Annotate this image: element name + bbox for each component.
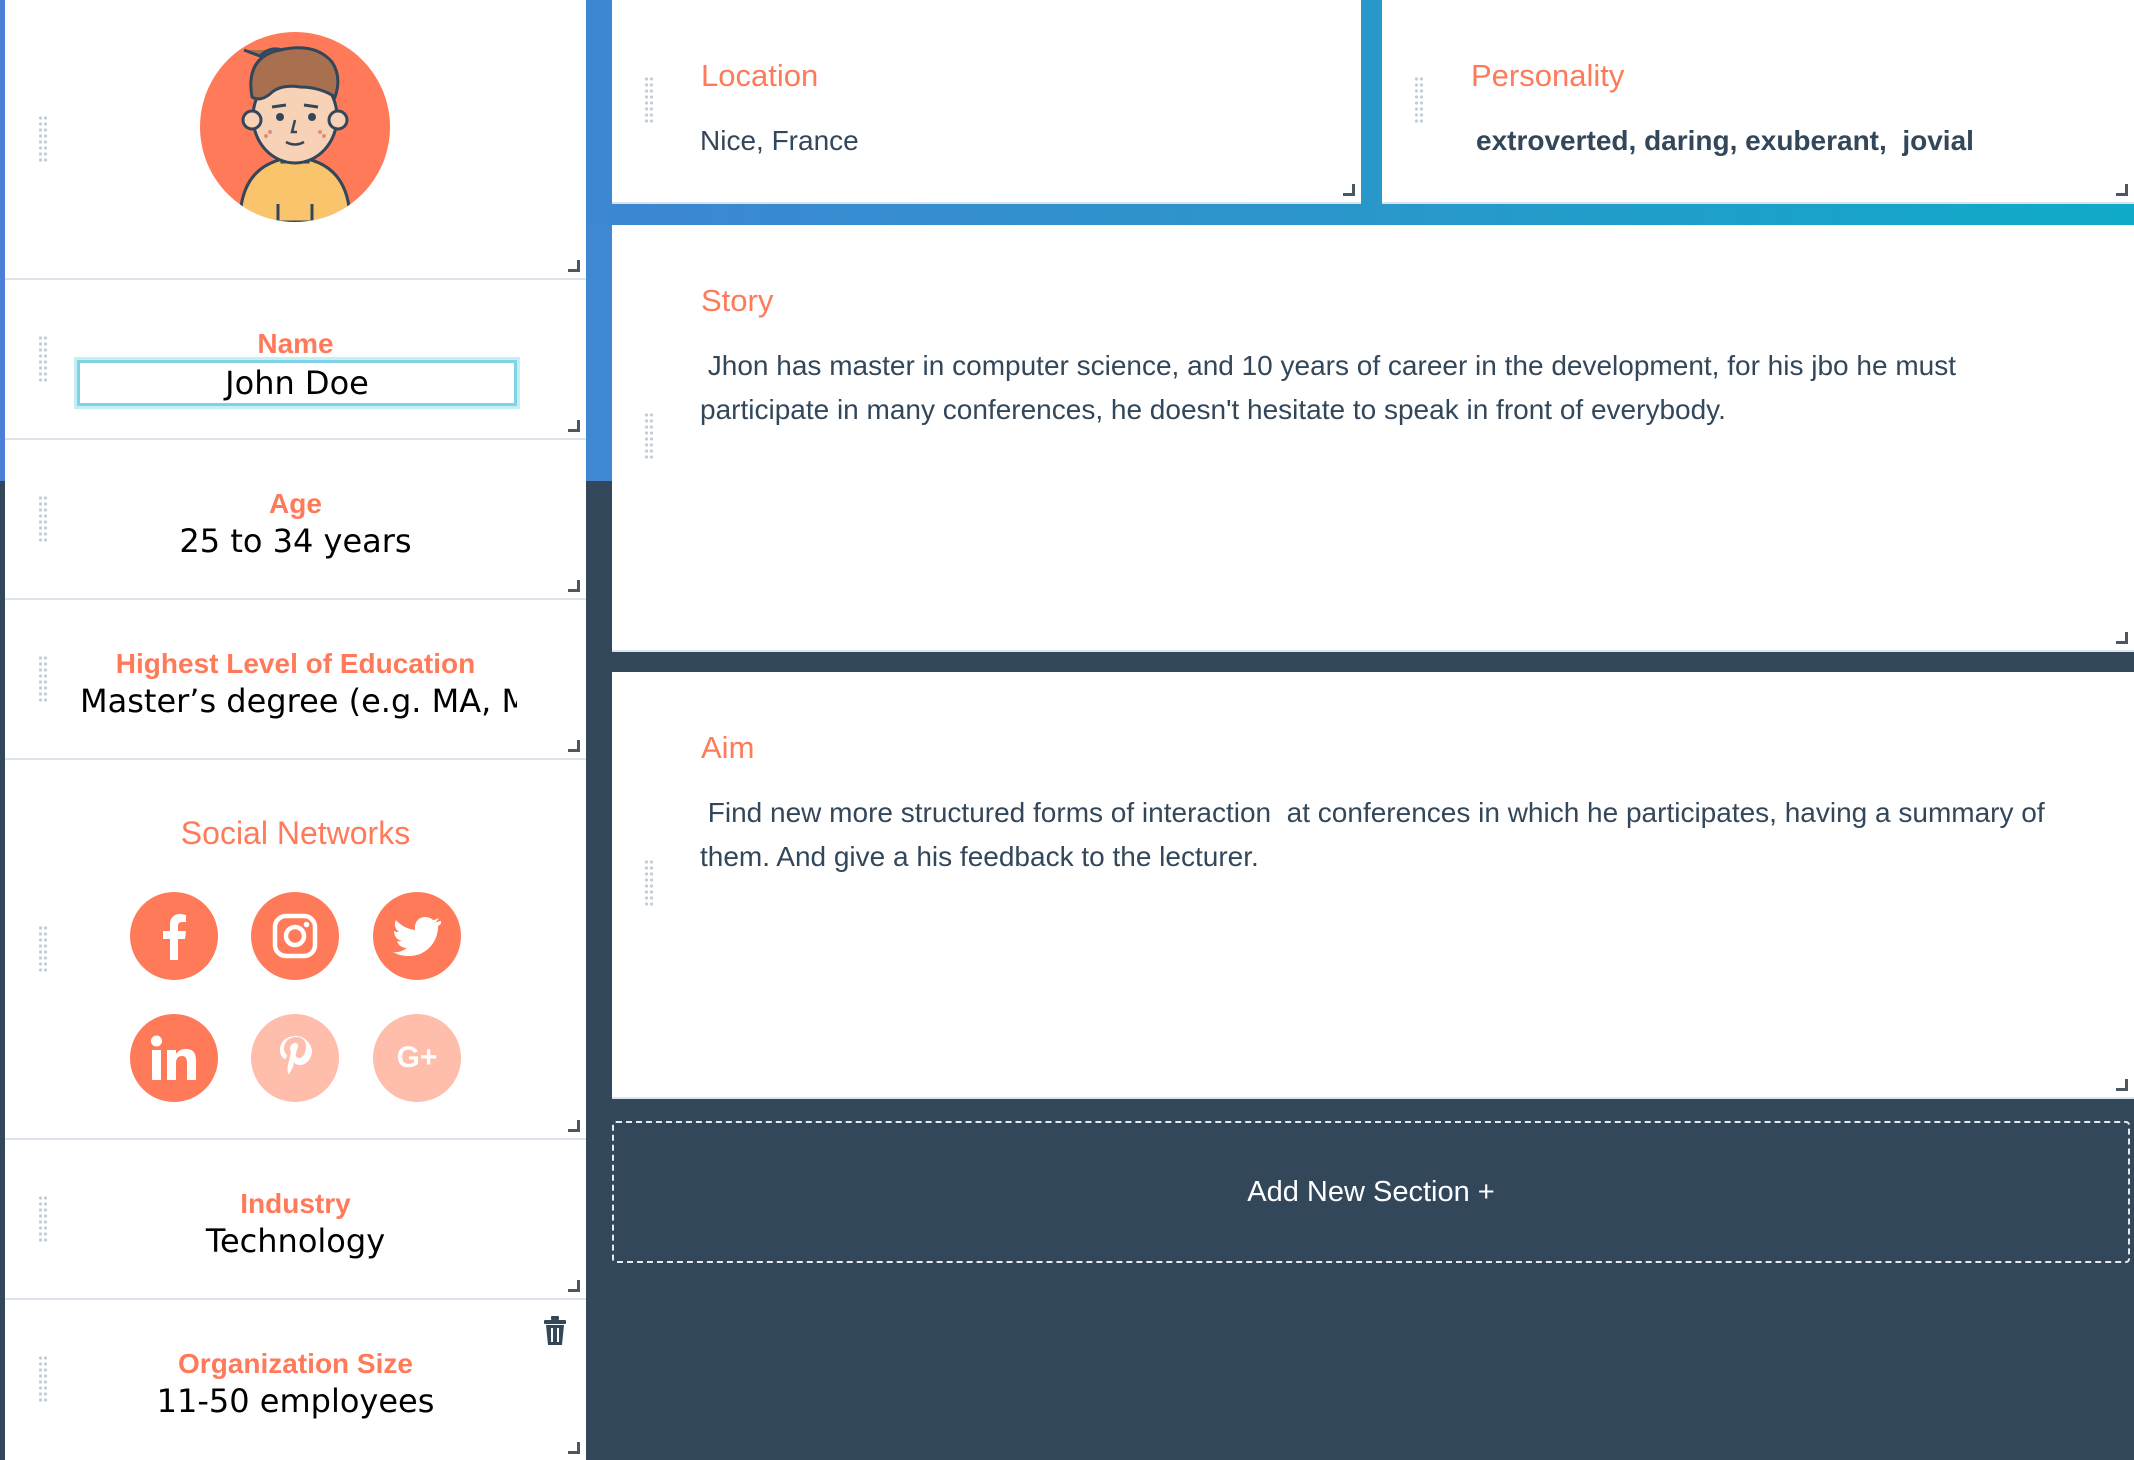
- drag-handle[interactable]: [1414, 76, 1424, 124]
- add-new-section-button[interactable]: Add New Section +: [612, 1121, 2130, 1263]
- resize-handle-icon[interactable]: [568, 260, 580, 272]
- twitter-icon[interactable]: [373, 892, 461, 980]
- drag-handle[interactable]: [644, 412, 654, 460]
- age-value[interactable]: 25 to 34 years: [5, 522, 586, 560]
- resize-handle-icon[interactable]: [568, 580, 580, 592]
- organization-size-card: Organization Size 11-50 employees: [5, 1300, 586, 1460]
- pinterest-icon[interactable]: [251, 1014, 339, 1102]
- resize-handle-icon[interactable]: [568, 1442, 580, 1454]
- trash-icon[interactable]: [543, 1316, 567, 1346]
- aim-text[interactable]: Find new more structured forms of intera…: [700, 791, 2080, 879]
- resize-handle-icon[interactable]: [568, 420, 580, 432]
- resize-handle-icon[interactable]: [2116, 1079, 2128, 1091]
- resize-handle-icon[interactable]: [568, 1280, 580, 1292]
- story-card: Story Jhon has master in computer scienc…: [612, 225, 2134, 652]
- social-networks-card: Social Networks G+: [5, 760, 586, 1140]
- age-label: Age: [269, 488, 322, 519]
- location-text[interactable]: Nice, France: [700, 119, 859, 163]
- instagram-icon[interactable]: [251, 892, 339, 980]
- google-plus-text: G+: [396, 1041, 438, 1074]
- personality-text[interactable]: extroverted, daring, exuberant, jovial: [1476, 119, 1974, 163]
- story-title: Story: [701, 283, 774, 318]
- avatar-card: [5, 0, 586, 280]
- drag-handle[interactable]: [644, 859, 654, 907]
- age-card: Age 25 to 34 years: [5, 440, 586, 600]
- linkedin-icon[interactable]: [130, 1014, 218, 1102]
- aim-title: Aim: [701, 730, 755, 765]
- story-text[interactable]: Jhon has master in computer science, and…: [700, 344, 2080, 432]
- location-card: Location Nice, France: [612, 0, 1361, 204]
- add-new-section-label: Add New Section +: [1247, 1175, 1495, 1208]
- resize-handle-icon[interactable]: [568, 1120, 580, 1132]
- name-input[interactable]: [77, 360, 517, 406]
- user-avatar-icon[interactable]: [200, 32, 390, 222]
- drag-handle[interactable]: [38, 115, 48, 163]
- location-title: Location: [701, 58, 819, 93]
- drag-handle[interactable]: [644, 76, 654, 124]
- organization-size-value[interactable]: 11-50 employees: [5, 1382, 586, 1420]
- personality-title: Personality: [1471, 58, 1625, 93]
- education-card: Highest Level of Education Master’s degr…: [5, 600, 586, 760]
- resize-handle-icon[interactable]: [1343, 184, 1355, 196]
- industry-value[interactable]: Technology: [5, 1222, 586, 1260]
- resize-handle-icon[interactable]: [2116, 184, 2128, 196]
- aim-card: Aim Find new more structured forms of in…: [612, 672, 2134, 1099]
- industry-label: Industry: [240, 1188, 351, 1219]
- persona-left-column: Name Age 25 to 34 years Highest Level of…: [5, 0, 586, 1460]
- industry-card: Industry Technology: [5, 1140, 586, 1300]
- personality-card: Personality extroverted, daring, exubera…: [1382, 0, 2134, 204]
- drag-handle[interactable]: [38, 925, 48, 973]
- facebook-icon[interactable]: [130, 892, 218, 980]
- education-value[interactable]: Master’s degree (e.g. MA, MS: [80, 682, 517, 720]
- google-plus-icon[interactable]: G+: [373, 1014, 461, 1102]
- education-label: Highest Level of Education: [115, 648, 476, 679]
- organization-size-label: Organization Size: [178, 1348, 413, 1379]
- resize-handle-icon[interactable]: [2116, 632, 2128, 644]
- social-networks-label: Social Networks: [180, 815, 411, 851]
- resize-handle-icon[interactable]: [568, 740, 580, 752]
- name-label: Name: [257, 328, 334, 359]
